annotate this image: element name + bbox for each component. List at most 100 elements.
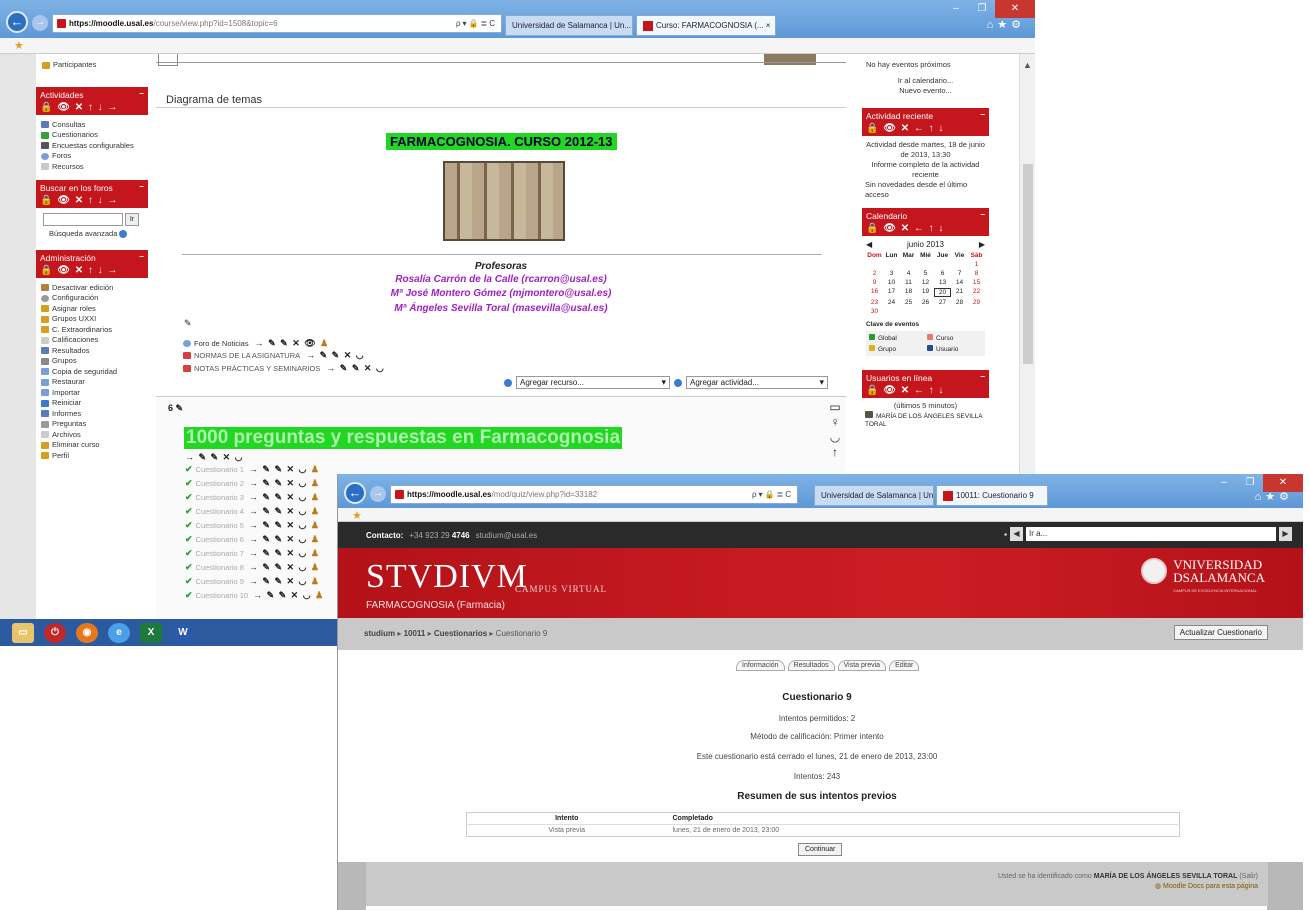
sidebar-item-foros[interactable]: Foros [41,151,144,162]
back-button[interactable]: ← [344,482,366,504]
excel-icon[interactable]: X [140,622,162,643]
collapse-icon[interactable]: – [980,371,985,381]
calendar-day[interactable]: 19 [917,288,934,297]
quiz-item[interactable]: ✔ Cuestionario 3 → ✎ ✎ ✕ ◡ ♟ [185,492,320,503]
tab-editar[interactable]: Editar [889,660,920,671]
admin-item[interactable]: C. Extraordinarios [41,325,144,336]
quiz-item[interactable]: ✔ Cuestionario 1 → ✎ ✎ ✕ ◡ ♟ [185,464,320,475]
block-edit-tools[interactable]: 🔒 👁 ✕ ← ↑ ↓ [866,385,985,396]
quiz-item[interactable]: ✔ Cuestionario 4 → ✎ ✎ ✕ ◡ ♟ [185,506,320,517]
section-side-tools[interactable]: ▭ ♀ ◡ ↑ [828,400,842,460]
logout-link[interactable]: (Salir) [1239,873,1258,880]
calendar-day[interactable]: 8 [968,270,985,277]
scroll-thumb[interactable] [1023,164,1033,364]
calendar-day[interactable]: 27 [934,299,951,306]
forum-search-input[interactable] [43,213,123,226]
quiz-edit-tools[interactable]: → ✎ ✎ ✕ ◡ ♟ [249,478,320,489]
block-edit-tools[interactable]: 🔒 👁 ✕ ← ↑ ↓ [866,123,985,134]
logged-user-link[interactable]: MARÍA DE LOS ÁNGELES SEVILLA TORAL [1094,873,1238,880]
calendar-day[interactable]: 2 [866,270,883,277]
crumb-module[interactable]: Cuestionarios [434,629,487,638]
collapse-icon[interactable]: – [980,109,985,119]
legend-group[interactable]: Grupo [869,345,924,353]
search-go-button[interactable]: Ir [125,213,139,226]
calendar-day[interactable]: 17 [883,288,900,297]
quiz-edit-tools[interactable]: → ✎ ✎ ✕ ◡ ♟ [249,576,320,587]
collapse-icon[interactable]: – [139,88,144,98]
calendar-day[interactable]: 21 [951,288,968,297]
calendar-day[interactable]: 7 [951,270,968,277]
crumb-home[interactable]: studium [364,629,395,638]
calendar-day[interactable]: 24 [883,299,900,306]
legend-course[interactable]: Curso [927,334,982,342]
calendar-day[interactable]: 5 [917,270,934,277]
continue-button[interactable]: Continuar [798,843,843,856]
home-favorites-tools-icons[interactable]: ⌂★⚙ [1255,490,1293,503]
calendar-day[interactable]: 1 [968,261,985,268]
resource-notas[interactable]: NOTAS PRÁCTICAS Y SEMINARIOS → ✎ ✎ ✕ ◡ [183,363,385,374]
help-icon[interactable] [119,230,128,239]
quiz-item[interactable]: ✔ Cuestionario 2 → ✎ ✎ ✕ ◡ ♟ [185,478,320,489]
address-controls[interactable]: ρ▾🔒≣C [752,490,793,499]
online-user[interactable]: MARÍA DE LOS ÁNGELES SEVILLA TORAL [865,411,986,429]
back-button[interactable]: ← [6,11,28,33]
calendar-day[interactable]: 28 [951,299,968,306]
moodle-docs-link[interactable]: ◍ Moodle Docs para esta página [1155,883,1258,890]
calendar-day[interactable]: 22 [968,288,985,297]
forward-button[interactable]: → [32,15,48,31]
help-icon[interactable] [504,378,512,387]
course-name[interactable]: FARMACOGNOSIA (Farmacia) [366,600,505,611]
quiz-edit-tools[interactable]: → ✎ ✎ ✕ ◡ ♟ [249,464,320,475]
calendar-day[interactable]: 12 [917,279,934,286]
calendar-day[interactable]: 15 [968,279,985,286]
goto-select[interactable]: Ir a... [1026,527,1276,541]
sidebar-item-cuestionarios[interactable]: Cuestionarios [41,130,144,141]
sidebar-item-recursos[interactable]: Recursos [41,162,144,173]
power-icon[interactable]: ⏻ [44,622,66,643]
admin-item[interactable]: Calificaciones [41,335,144,346]
collapse-icon[interactable]: – [139,251,144,261]
recent-report-link[interactable]: Informe completo de la actividad recient… [865,160,986,180]
quiz-edit-tools[interactable]: → ✎ ✎ ✕ ◡ ♟ [249,562,320,573]
minimize-icon[interactable]: – [943,0,969,18]
update-quiz-button[interactable]: Actualizar Cuestionario [1173,625,1268,640]
quiz-item[interactable]: ✔ Cuestionario 9 → ✎ ✎ ✕ ◡ ♟ [185,576,320,587]
legend-global[interactable]: Global [869,334,924,342]
admin-item[interactable]: Eliminar curso [41,440,144,451]
attempts-count[interactable]: Intentos: 243 [366,772,1268,781]
admin-item[interactable]: Desactivar edición [41,283,144,294]
resource-foro[interactable]: Foro de Noticias → ✎ ✎ ✕ 👁 ♟ [183,338,329,349]
calendar-day[interactable]: 30 [866,308,883,315]
calendar-day[interactable]: 20 [934,288,951,297]
contact-email[interactable]: studium@usal.es [476,531,537,540]
calendar-day[interactable]: 23 [866,299,883,306]
calendar-day[interactable]: 25 [900,299,917,306]
admin-item[interactable]: Grupos UXXI [41,314,144,325]
calendar-day[interactable]: 9 [866,279,883,286]
calendar-day[interactable]: 4 [900,270,917,277]
quiz-item[interactable]: ✔ Cuestionario 6 → ✎ ✎ ✕ ◡ ♟ [185,534,320,545]
calendar-day[interactable]: 16 [866,288,883,297]
admin-item[interactable]: Reiniciar [41,398,144,409]
calendar-day[interactable]: 18 [900,288,917,297]
quiz-edit-tools[interactable]: → ✎ ✎ ✕ ◡ ♟ [249,506,320,517]
calendar-day[interactable]: 13 [934,279,951,286]
block-edit-tools[interactable]: 🔒 👁 ✕ ← ↑ ↓ [866,223,985,234]
tab-vista-previa[interactable]: Vista previa [837,660,887,671]
collapse-icon[interactable]: – [980,209,985,219]
legend-user[interactable]: Usuario [927,345,982,353]
tab-cuestionario[interactable]: 10011: Cuestionario 9 [936,485,1048,506]
calendar-day[interactable]: 6 [934,270,951,277]
sidebar-item-encuestas[interactable]: Encuestas configurables [41,141,144,152]
resource-edit-tools[interactable]: → ✎ ✎ ✕ 👁 ♟ [255,338,330,349]
next-month-icon[interactable]: ▶ [979,240,985,249]
quiz-item[interactable]: ✔ Cuestionario 7 → ✎ ✎ ✕ ◡ ♟ [185,548,320,559]
tab-universidad[interactable]: Universidad de Salamanca | Un... [505,15,633,36]
admin-item[interactable]: Configuración [41,293,144,304]
goto-prev-button[interactable]: ◀ [1010,527,1023,541]
close-icon[interactable]: ✕ [995,0,1035,18]
calendar-day[interactable]: 3 [883,270,900,277]
admin-item[interactable]: Informes [41,409,144,420]
collapse-icon[interactable]: – [139,181,144,191]
tab-curso[interactable]: Curso: FARMACOGNOSIA (... × [636,15,776,36]
